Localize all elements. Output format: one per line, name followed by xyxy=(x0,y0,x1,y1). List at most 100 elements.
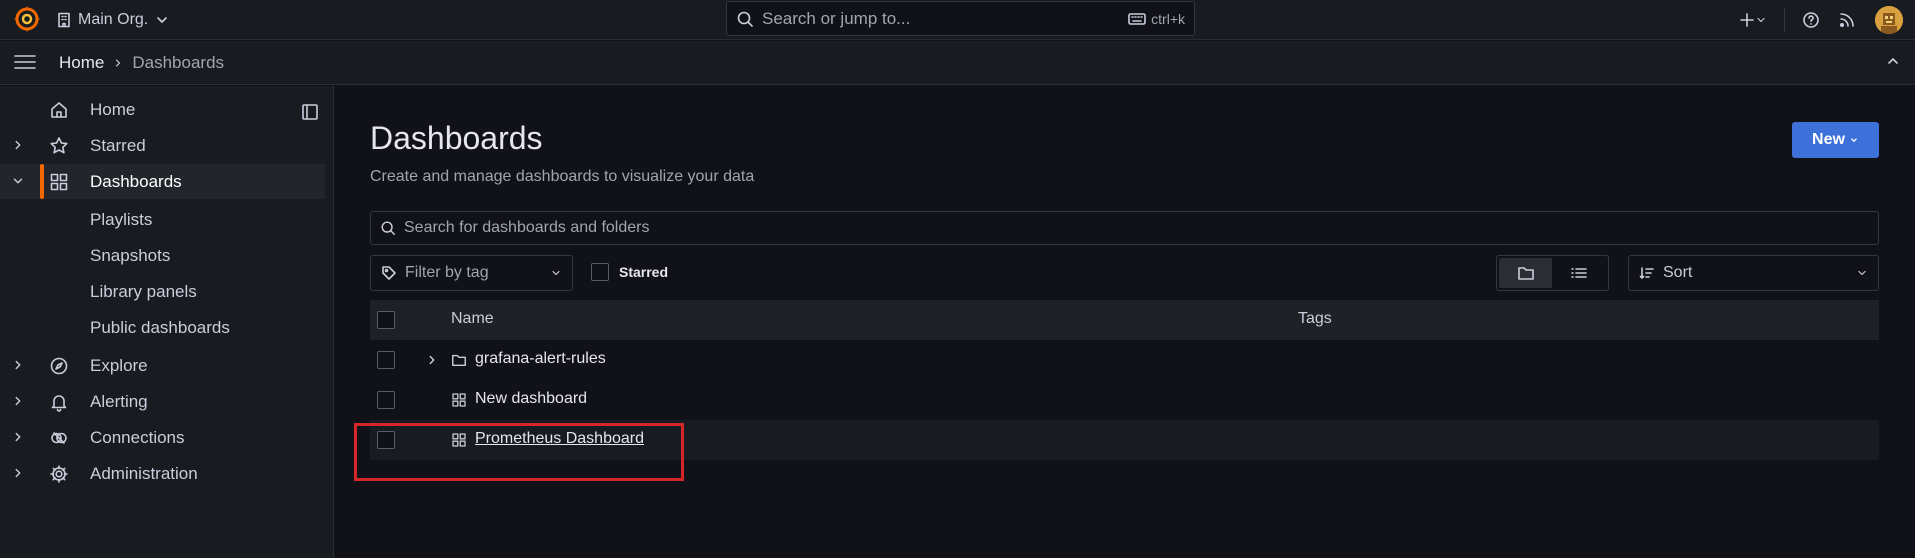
chevron-down-icon xyxy=(1856,267,1868,279)
sidebar-item-alerting[interactable]: Alerting xyxy=(0,384,325,419)
checkbox[interactable] xyxy=(591,263,609,281)
apps-icon xyxy=(49,172,69,192)
sidebar: Home Starred Dashboards Playlists Snapsh… xyxy=(0,86,334,558)
chevron-down-icon xyxy=(550,267,562,279)
starred-filter-checkbox[interactable]: Starred xyxy=(591,263,668,281)
filter-by-tag-placeholder: Filter by tag xyxy=(405,264,489,281)
add-new-button[interactable] xyxy=(1730,7,1776,33)
sidebar-item-playlists[interactable]: Playlists xyxy=(90,210,152,230)
sidebar-item-library-panels[interactable]: Library panels xyxy=(90,282,197,302)
select-all-checkbox[interactable] xyxy=(377,311,395,329)
sidebar-item-label: Administration xyxy=(90,464,198,483)
chevron-right-icon[interactable] xyxy=(11,430,25,444)
chevron-down-icon xyxy=(154,12,170,28)
view-toggle xyxy=(1496,255,1609,291)
chevron-right-icon[interactable] xyxy=(11,394,25,408)
chevron-right-icon[interactable] xyxy=(425,353,439,367)
sidebar-item-label: Connections xyxy=(90,428,185,447)
help-icon xyxy=(1802,11,1820,29)
list-icon xyxy=(1570,265,1588,281)
sort-amount-icon xyxy=(1639,265,1655,281)
chevron-right-icon[interactable] xyxy=(11,358,25,372)
chevron-up-icon[interactable] xyxy=(1885,53,1901,69)
sidebar-item-starred[interactable]: Starred xyxy=(0,128,325,163)
search-icon xyxy=(380,220,396,236)
dashboard-search-input[interactable]: Search for dashboards and folders xyxy=(370,211,1879,245)
chevron-down-icon xyxy=(1849,135,1859,145)
breadcrumb-bar: Home Dashboards xyxy=(0,41,1915,85)
top-bar: Main Org. Search or jump to... ctrl+k xyxy=(0,0,1915,40)
new-button-label: New xyxy=(1812,131,1845,148)
sidebar-item-dashboards[interactable]: Dashboards xyxy=(0,164,325,199)
starred-filter-label: Starred xyxy=(619,264,669,280)
table-row[interactable]: grafana-alert-rules xyxy=(370,340,1879,380)
breadcrumb-current: Dashboards xyxy=(132,53,225,72)
dashboard-search-placeholder: Search for dashboards and folders xyxy=(404,219,650,236)
chevron-down-icon xyxy=(1755,14,1767,26)
compass-icon xyxy=(49,356,69,376)
chevron-right-icon[interactable] xyxy=(11,138,25,152)
row-name[interactable]: grafana-alert-rules xyxy=(475,350,606,368)
help-button[interactable] xyxy=(1793,7,1829,33)
sidebar-item-public-dashboards[interactable]: Public dashboards xyxy=(90,318,230,338)
building-icon xyxy=(56,12,72,28)
toolbar-divider xyxy=(1784,8,1785,32)
search-shortcut-hint: ctrl+k xyxy=(1128,11,1185,27)
folder-icon xyxy=(451,352,467,368)
sidebar-item-snapshots[interactable]: Snapshots xyxy=(90,246,170,266)
table-row[interactable]: New dashboard xyxy=(370,380,1879,420)
folder-view-button[interactable] xyxy=(1499,258,1552,288)
folder-icon xyxy=(1517,265,1535,281)
chevron-down-icon[interactable] xyxy=(11,174,25,188)
sidebar-item-label: Dashboards xyxy=(90,172,182,191)
sidebar-item-label: Alerting xyxy=(90,392,148,411)
list-view-button[interactable] xyxy=(1552,258,1605,288)
top-right-actions xyxy=(1730,6,1903,34)
sidebar-item-connections[interactable]: Connections xyxy=(0,420,325,455)
new-button[interactable]: New xyxy=(1792,122,1879,158)
sort-label: Sort xyxy=(1663,264,1693,281)
breadcrumb: Home Dashboards xyxy=(59,53,224,73)
sidebar-item-explore[interactable]: Explore xyxy=(0,348,325,383)
filter-by-tag-select[interactable]: Filter by tag xyxy=(370,255,573,291)
sidebar-item-label: Home xyxy=(90,100,136,119)
rss-icon xyxy=(1838,11,1856,29)
home-icon xyxy=(49,100,69,120)
gear-icon xyxy=(49,464,69,484)
user-avatar[interactable] xyxy=(1875,6,1903,34)
org-switcher[interactable]: Main Org. xyxy=(56,8,170,32)
sidebar-item-label: Starred xyxy=(90,136,146,155)
bell-icon xyxy=(49,392,69,412)
apps-icon xyxy=(451,392,467,408)
column-header-tags: Tags xyxy=(1298,310,1332,327)
highlight-annotation-box xyxy=(354,423,684,481)
org-name: Main Org. xyxy=(78,11,149,28)
link-icon xyxy=(49,428,69,448)
sort-select[interactable]: Sort xyxy=(1628,255,1879,291)
column-header-name[interactable]: Name xyxy=(451,310,494,328)
global-search-input[interactable]: Search or jump to... ctrl+k xyxy=(726,1,1195,36)
row-name[interactable]: New dashboard xyxy=(475,390,587,408)
row-checkbox[interactable] xyxy=(377,391,395,409)
shortcut-text: ctrl+k xyxy=(1151,10,1185,27)
sidebar-item-label: Explore xyxy=(90,356,148,375)
keyboard-icon xyxy=(1128,12,1146,26)
news-button[interactable] xyxy=(1829,7,1865,33)
global-search-placeholder: Search or jump to... xyxy=(762,8,911,28)
chevron-right-icon[interactable] xyxy=(11,466,25,480)
star-icon xyxy=(49,136,69,156)
sidebar-item-home[interactable]: Home xyxy=(0,92,325,127)
table-header: Name Tags xyxy=(370,300,1879,340)
page-subtitle: Create and manage dashboards to visualiz… xyxy=(370,168,755,185)
menu-icon[interactable] xyxy=(13,52,37,72)
page-title: Dashboards xyxy=(370,120,543,156)
grafana-logo-icon[interactable] xyxy=(13,5,41,33)
search-icon xyxy=(736,10,754,28)
row-checkbox[interactable] xyxy=(377,351,395,369)
breadcrumb-home-link[interactable]: Home xyxy=(59,53,104,73)
chevron-right-icon xyxy=(112,57,124,69)
plus-icon xyxy=(1739,12,1755,28)
main-content: Dashboards Create and manage dashboards … xyxy=(335,86,1915,558)
tag-icon xyxy=(381,265,397,281)
sidebar-item-administration[interactable]: Administration xyxy=(0,456,325,491)
